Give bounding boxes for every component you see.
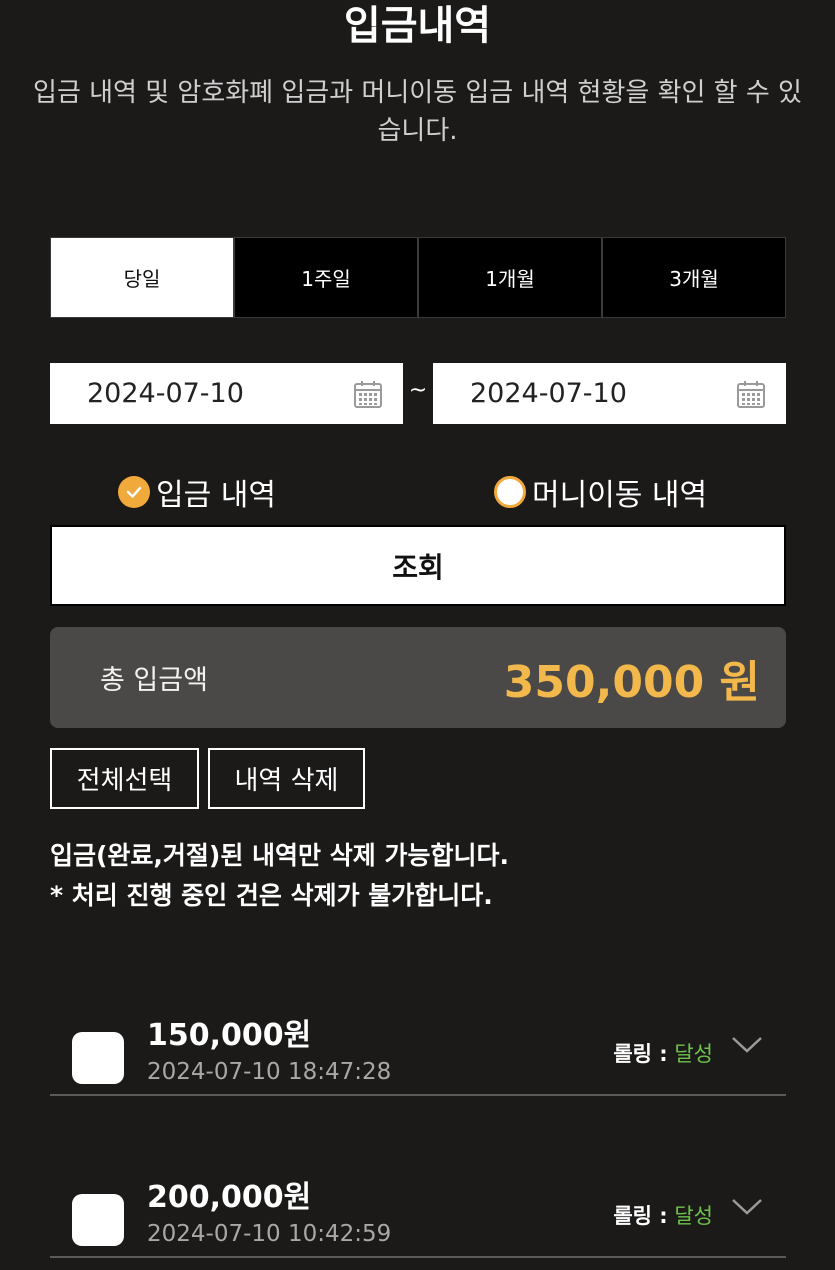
start-date-field[interactable]: 2024-07-10: [50, 363, 403, 424]
item-status: 롤링 : 달성: [613, 1038, 713, 1068]
item-checkbox[interactable]: [72, 1194, 124, 1246]
total-deposit-panel: 총 입금액 350,000 원: [50, 627, 786, 728]
radio-label: 머니이동 내역: [532, 478, 708, 513]
item-amount: 150,000원: [147, 1018, 312, 1053]
notice-line: * 처리 진행 중인 건은 삭제가 불가합니다.: [50, 881, 493, 910]
page-description-line-1: 입금 내역 및 암호화폐 입금과 머니이동 입금 내역 현황을 확인 할 수 있: [33, 78, 802, 108]
notice-line: 입금(완료,거절)된 내역만 삭제 가능합니다.: [50, 841, 509, 870]
radio-unchecked-icon: [494, 476, 526, 508]
chevron-down-icon[interactable]: [730, 1196, 764, 1218]
radio-checked-icon: [118, 476, 150, 508]
select-all-button[interactable]: 전체선택: [50, 748, 199, 809]
date-range-separator: ~: [408, 378, 428, 403]
start-date-value: 2024-07-10: [87, 378, 244, 409]
item-timestamp: 2024-07-10 18:47:28: [147, 1059, 392, 1085]
radio-label: 입금 내역: [156, 478, 276, 513]
end-date-value: 2024-07-10: [470, 378, 627, 409]
tab-today[interactable]: 당일: [51, 238, 233, 317]
total-deposit-amount: 350,000 원: [503, 656, 760, 708]
radio-money-transfer-history[interactable]: 머니이동 내역: [494, 470, 707, 514]
page-title: 입금내역: [343, 3, 492, 49]
item-amount: 200,000원: [147, 1180, 312, 1215]
item-status: 롤링 : 달성: [613, 1200, 713, 1230]
page-description: 입금 내역 및 암호화폐 입금과 머니이동 입금 내역 현황을 확인 할 수 있…: [0, 74, 835, 150]
page-description-line-2: 습니다.: [377, 116, 458, 146]
calendar-icon[interactable]: [353, 379, 383, 409]
tab-1-month[interactable]: 1개월: [417, 238, 601, 317]
chevron-down-icon[interactable]: [730, 1034, 764, 1056]
item-checkbox[interactable]: [72, 1032, 124, 1084]
total-deposit-label: 총 입금액: [100, 665, 208, 696]
tab-3-months[interactable]: 3개월: [601, 238, 785, 317]
list-item: 200,000원 2024-07-10 10:42:59 롤링 : 달성: [50, 1158, 786, 1258]
search-button[interactable]: 조회: [50, 525, 786, 606]
period-tabs: 당일 1주일 1개월 3개월: [50, 237, 786, 318]
status-value: 달성: [674, 1042, 713, 1066]
item-timestamp: 2024-07-10 10:42:59: [147, 1221, 392, 1247]
tab-1-week[interactable]: 1주일: [233, 238, 417, 317]
radio-deposit-history[interactable]: 입금 내역: [118, 470, 276, 514]
calendar-icon[interactable]: [736, 379, 766, 409]
list-item: 150,000원 2024-07-10 18:47:28 롤링 : 달성: [50, 996, 786, 1096]
status-label: 롤링 :: [613, 1042, 668, 1066]
end-date-field[interactable]: 2024-07-10: [433, 363, 786, 424]
status-label: 롤링 :: [613, 1204, 668, 1228]
delete-history-button[interactable]: 내역 삭제: [208, 748, 365, 809]
status-value: 달성: [674, 1204, 713, 1228]
